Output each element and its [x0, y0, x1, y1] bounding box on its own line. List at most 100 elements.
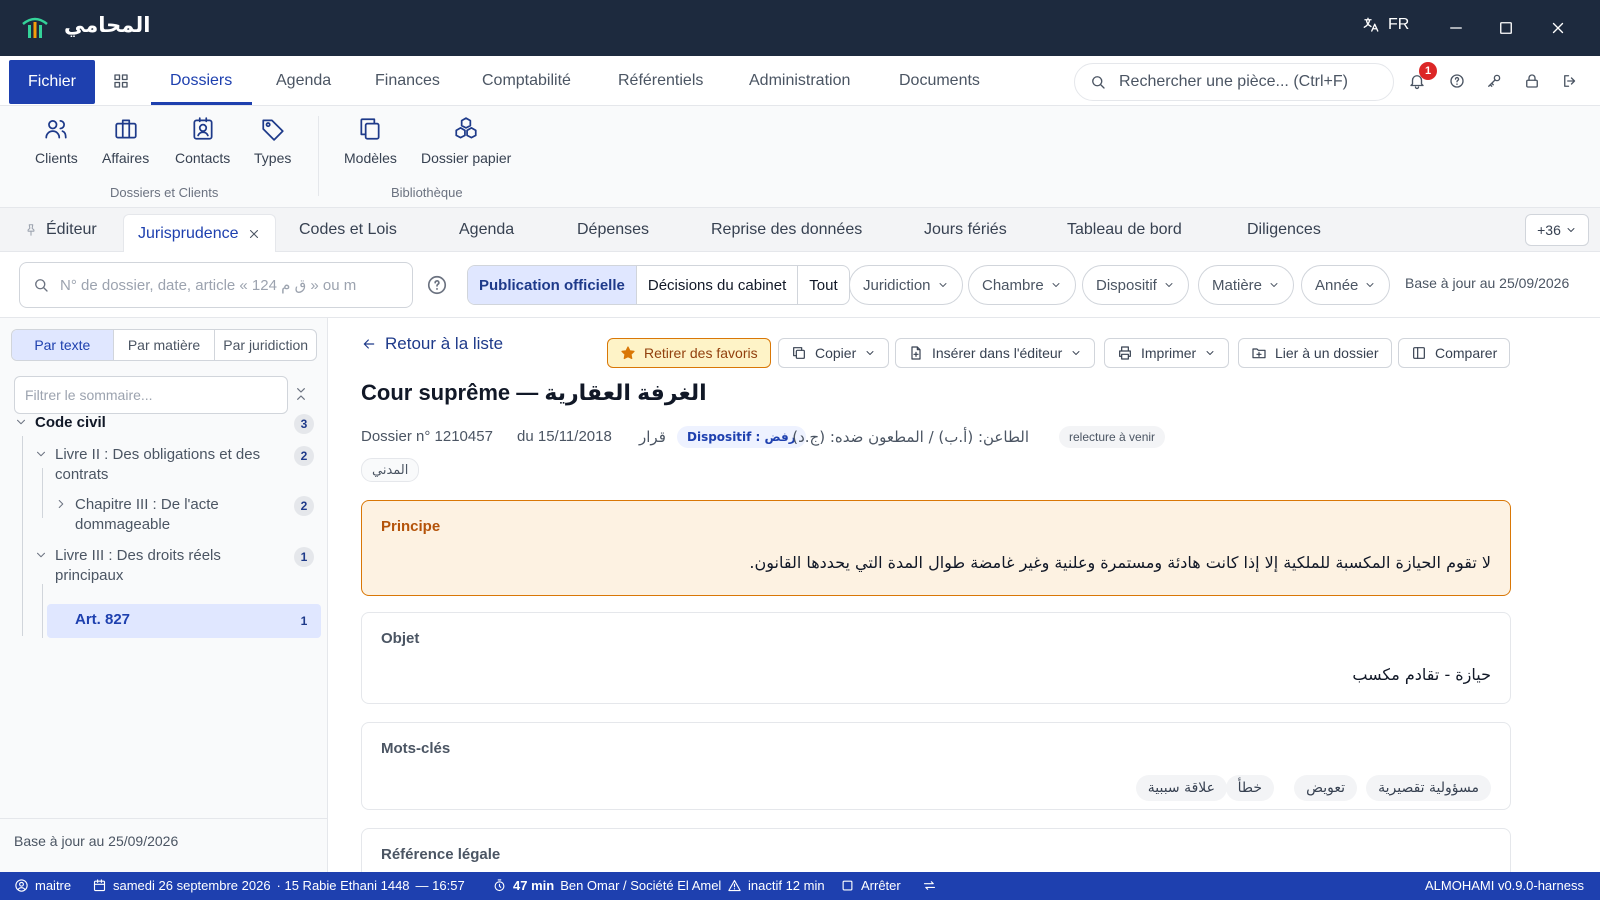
tab-depenses[interactable]: Dépenses	[577, 208, 649, 252]
jurisprudence-search-input[interactable]: N° de dossier, date, article « 124 ق م »…	[19, 262, 413, 308]
key-button[interactable]	[1485, 72, 1503, 90]
menu-agenda[interactable]: Agenda	[276, 72, 331, 90]
filter-matiere-dropdown[interactable]: Matière	[1198, 265, 1295, 305]
ribbon-contacts-button[interactable]: Contacts	[175, 116, 230, 166]
link-to-dossier-label: Lier à un dossier	[1275, 345, 1379, 361]
back-to-list-link[interactable]: Retour à la liste	[361, 334, 503, 354]
keyword-chip[interactable]: علاقة سببية	[1135, 775, 1227, 801]
filter-juridiction-dropdown[interactable]: Juridiction	[849, 265, 963, 305]
tree-item-label: Chapitre III : De l'acte	[75, 496, 219, 513]
fichier-button[interactable]: Fichier	[9, 60, 95, 104]
copy-label: Copier	[815, 345, 857, 361]
help-icon	[1450, 74, 1464, 88]
tab-jurisprudence[interactable]: Jurisprudence	[123, 214, 276, 253]
help-button[interactable]	[1448, 72, 1466, 90]
menu-administration[interactable]: Administration	[749, 72, 850, 90]
menu-bar: Fichier Dossiers Agenda Finances Comptab…	[0, 56, 1600, 106]
menu-referentiels[interactable]: Référentiels	[618, 72, 703, 90]
tab-editeur[interactable]: Éditeur	[24, 208, 97, 252]
close-window-button[interactable]	[1542, 12, 1574, 44]
keyword-chip[interactable]: تعويض	[1294, 775, 1357, 801]
copy-icon	[793, 347, 805, 359]
objet-heading: Objet	[381, 630, 420, 647]
tree-count-badge: 1	[300, 614, 308, 628]
logout-button[interactable]	[1561, 72, 1579, 90]
segment-publication-officielle[interactable]: Publication officielle	[468, 266, 637, 304]
tree-count-badge: 2	[294, 496, 314, 516]
sommaire-tab-par-texte[interactable]: Par texte	[12, 330, 114, 360]
principe-card: Principe لا تقوم الحيازة المكسبة للملكية…	[361, 500, 1511, 596]
tag-icon	[262, 119, 284, 141]
ribbon-affaires-button[interactable]: Affaires	[102, 116, 149, 166]
tab-tableau-de-bord[interactable]: Tableau de bord	[1067, 208, 1182, 252]
tab-jours-feries[interactable]: Jours fériés	[924, 208, 1007, 252]
compare-button[interactable]: Comparer	[1398, 338, 1511, 368]
filter-chambre-label: Chambre	[982, 276, 1044, 294]
print-button[interactable]: Imprimer	[1104, 338, 1230, 368]
segment-tout[interactable]: Tout	[798, 266, 848, 304]
status-version-label: ALMOHAMI v0.9.0-harness	[1425, 878, 1584, 893]
remove-favorite-label: Retirer des favoris	[644, 345, 758, 361]
tab-reprise-des-donnees[interactable]: Reprise des données	[711, 208, 862, 252]
filter-dispositif-dropdown[interactable]: Dispositif	[1082, 265, 1189, 305]
keyword-chip[interactable]: مسؤولية تقصيرية	[1366, 775, 1491, 801]
filter-chambre-dropdown[interactable]: Chambre	[968, 265, 1076, 305]
link-to-dossier-button[interactable]: Lier à un dossier	[1238, 338, 1392, 368]
status-gregorian-date: samedi 26 septembre 2026	[113, 878, 271, 893]
status-badge: relecture à venir	[1059, 426, 1166, 448]
keyword-chip[interactable]: خطأ	[1225, 775, 1274, 801]
tab-agenda[interactable]: Agenda	[459, 208, 514, 252]
lock-button[interactable]	[1523, 72, 1541, 90]
global-search-input[interactable]: Rechercher une pièce... (Ctrl+F)	[1074, 63, 1394, 101]
tree-item-label-line2: dommageable	[75, 516, 171, 533]
remove-favorite-button[interactable]: Retirer des favoris	[607, 338, 771, 368]
ribbon-toolbar: Clients Affaires Contacts Types Modèles …	[0, 106, 1600, 208]
menu-comptabilite[interactable]: Comptabilité	[482, 72, 571, 90]
search-icon	[35, 279, 48, 292]
sommaire-tab-par-juridiction[interactable]: Par juridiction	[215, 330, 316, 360]
maximize-button[interactable]	[1490, 12, 1522, 44]
ribbon-types-button[interactable]: Types	[254, 116, 291, 166]
menu-documents[interactable]: Documents	[899, 72, 980, 90]
ribbon-clients-button[interactable]: Clients	[35, 116, 78, 166]
decision-date: du 15/11/2018	[517, 428, 612, 445]
tree-item-label-line2: principaux	[55, 567, 124, 584]
collapse-all-button[interactable]	[293, 386, 309, 402]
menu-finances[interactable]: Finances	[375, 72, 440, 90]
ribbon-contacts-label: Contacts	[175, 150, 231, 166]
insert-in-editor-button[interactable]: Insérer dans l'éditeur	[895, 338, 1096, 368]
ribbon-dossier-papier-button[interactable]: Dossier papier	[421, 116, 511, 166]
ribbon-modeles-button[interactable]: Modèles	[344, 116, 397, 166]
tab-diligences[interactable]: Diligences	[1247, 208, 1321, 252]
chevron-down-icon	[939, 283, 946, 287]
apps-grid-button[interactable]	[112, 72, 130, 90]
close-tab-icon[interactable]	[247, 227, 261, 241]
minimize-button[interactable]	[1440, 12, 1472, 44]
pin-icon	[27, 224, 35, 236]
more-tabs-button[interactable]: +36	[1525, 214, 1589, 246]
sommaire-filter-input[interactable]: Filtrer le sommaire...	[14, 376, 288, 414]
copy-button[interactable]: Copier	[778, 338, 890, 368]
switch-timer-button[interactable]	[922, 878, 937, 893]
chevron-down-icon	[1206, 351, 1214, 355]
tab-codes-et-lois[interactable]: Codes et Lois	[299, 208, 397, 252]
language-switch[interactable]: FR	[1362, 16, 1409, 34]
ribbon-dossier-papier-label: Dossier papier	[421, 150, 512, 166]
sommaire-tab-par-matiere[interactable]: Par matière	[114, 330, 216, 360]
stop-timer-button[interactable]: Arrêter	[840, 878, 901, 893]
menu-dossiers[interactable]: Dossiers	[170, 72, 232, 90]
users-icon	[45, 120, 68, 139]
tree-item-art-827[interactable]: Art. 827	[47, 604, 321, 638]
arrow-left-icon	[363, 339, 375, 349]
tree-item-label-line2: contrats	[55, 466, 109, 483]
status-timer: 47 min Ben Omar / Société El Amel	[492, 878, 721, 893]
filter-annee-dropdown[interactable]: Année	[1301, 265, 1391, 305]
ribbon-clients-label: Clients	[35, 150, 78, 166]
status-user: maitre	[14, 878, 71, 893]
folder-plus-icon	[1252, 348, 1266, 359]
segment-decisions-du-cabinet[interactable]: Décisions du cabinet	[637, 266, 799, 304]
filter-bar: N° de dossier, date, article « 124 ق م »…	[0, 252, 1600, 318]
domain-badge: المدني	[361, 458, 420, 482]
search-help-button[interactable]	[426, 274, 448, 296]
app-logo-icon	[22, 17, 48, 38]
